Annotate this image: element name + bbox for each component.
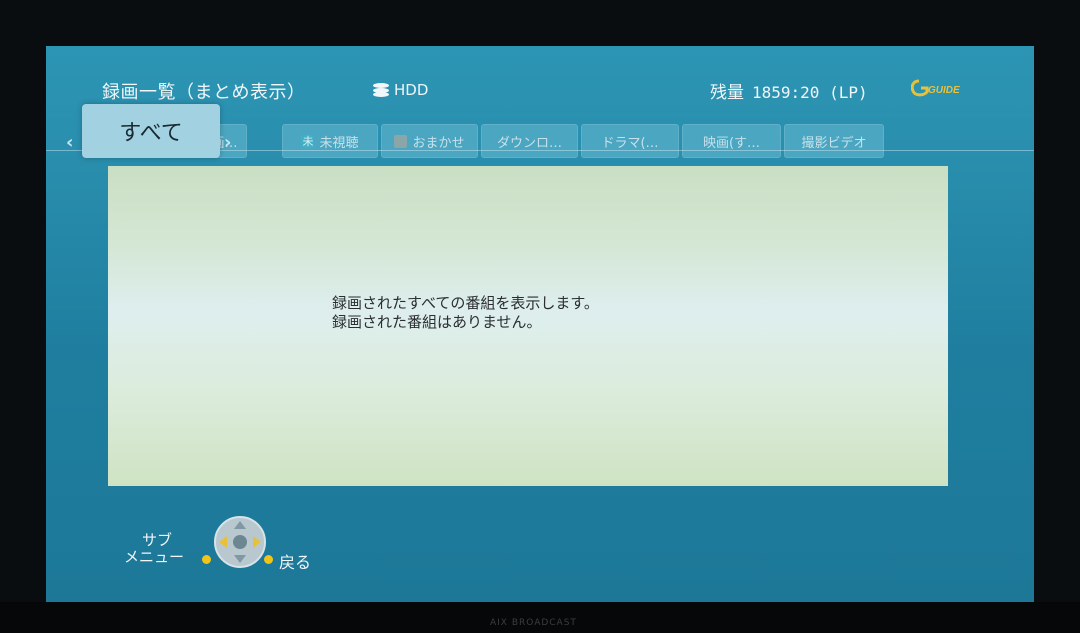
- message-line-1: 録画されたすべての番組を表示します。: [332, 294, 599, 312]
- hdd-icon: [373, 83, 389, 97]
- remaining-label: 残量: [710, 83, 744, 103]
- logo-text: GUIDE: [928, 85, 960, 96]
- back-button[interactable]: 戻る: [279, 549, 311, 573]
- storage-label: HDD: [394, 81, 429, 99]
- yellow-dot-icon: [202, 555, 211, 564]
- message-line-2: 録画された番組はありません。: [332, 313, 542, 331]
- unwatched-icon: 未: [301, 134, 315, 148]
- omakase-icon: [394, 134, 408, 148]
- submenu-hint[interactable]: サブ メニュー: [124, 532, 184, 566]
- remaining-capacity: 残量 1859:20 (LP): [710, 78, 868, 103]
- recording-list-panel: 録画されたすべての番組を表示します。 録画された番組はありません。: [108, 166, 948, 486]
- dpad-icon: [214, 516, 266, 568]
- tab-omakase[interactable]: おまかせ: [381, 124, 478, 158]
- tv-screen: 録画一覧（まとめ表示） HDD 残量 1859:20 (LP) GUIDE ‹ …: [46, 46, 1034, 602]
- page-title: 録画一覧（まとめ表示）: [102, 82, 306, 103]
- tab-camera-video[interactable]: 撮影ビデオ: [784, 124, 884, 158]
- remaining-value: 1859:20 (LP): [752, 83, 868, 102]
- empty-message: 録画されたすべての番組を表示します。 録画された番組はありません。: [332, 294, 599, 332]
- tab-drama[interactable]: ドラマ(…: [581, 124, 679, 158]
- tab-movie[interactable]: 映画(す…: [682, 124, 781, 158]
- remote-guide: サブ メニュー 戻る: [116, 514, 416, 584]
- tv-brand-logo: AIX BROADCAST: [490, 618, 577, 628]
- g-guide-logo-icon: GUIDE: [911, 79, 960, 97]
- tab-all[interactable]: すべて: [82, 104, 220, 158]
- storage-indicator: HDD: [373, 81, 428, 99]
- tab-download[interactable]: ダウンロ…: [481, 124, 578, 158]
- tab-unwatched[interactable]: 未 未視聴: [282, 124, 378, 158]
- yellow-dot-icon: [264, 555, 273, 564]
